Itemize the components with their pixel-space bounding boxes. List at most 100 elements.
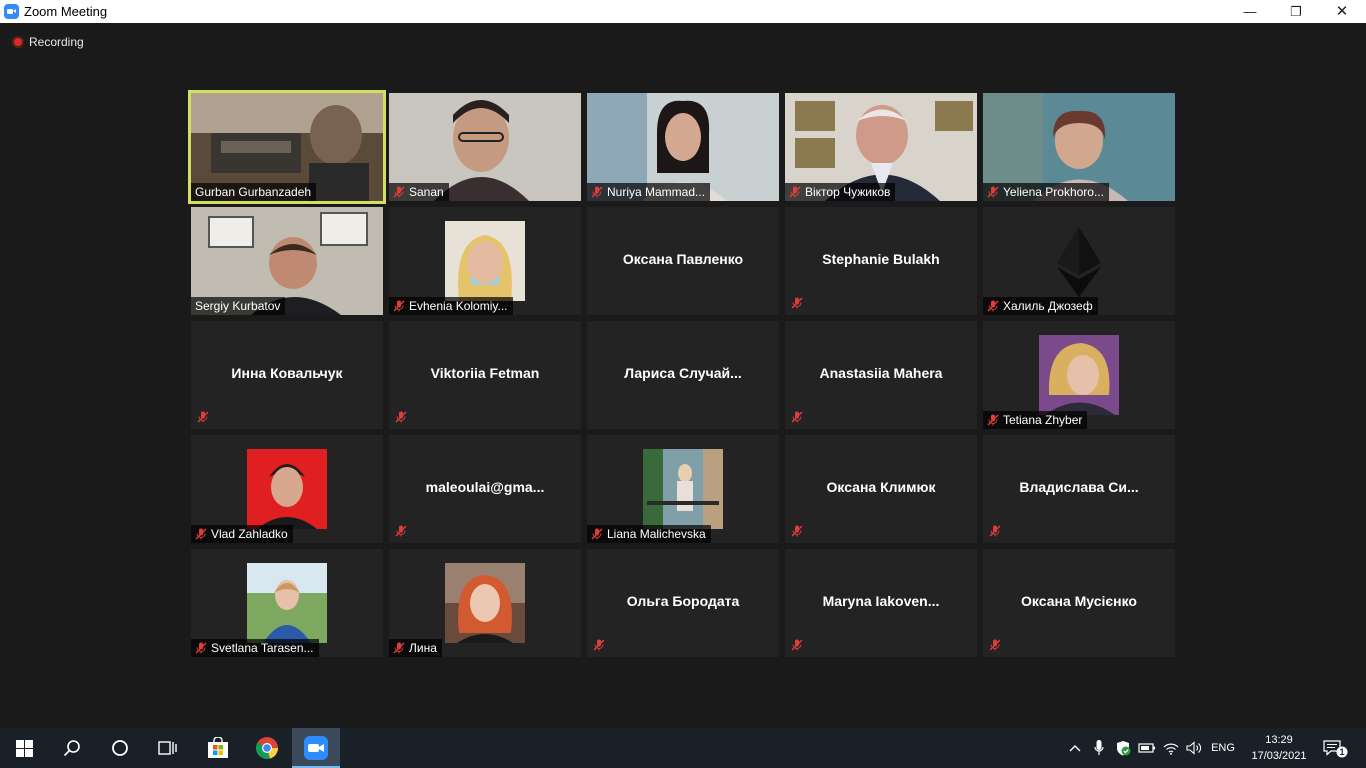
muted-mic-icon bbox=[393, 186, 405, 198]
muted-mic-icon bbox=[791, 411, 803, 423]
muted-mic-icon bbox=[791, 525, 803, 537]
participant-tile[interactable]: Владислава Си... bbox=[983, 435, 1175, 543]
notification-icon: 1 bbox=[1323, 740, 1348, 758]
participant-tile[interactable]: Халиль Джозеф bbox=[983, 207, 1175, 315]
action-center-button[interactable]: 1 bbox=[1318, 728, 1352, 768]
microphone-icon bbox=[1094, 740, 1104, 755]
muted-mic-indicator bbox=[791, 522, 803, 540]
muted-mic-icon bbox=[987, 186, 999, 198]
muted-mic-indicator bbox=[989, 636, 1001, 654]
participant-tile[interactable]: Оксана Павленко bbox=[587, 207, 779, 315]
participant-name: Yeliena Prokhoro... bbox=[1003, 185, 1104, 199]
muted-mic-icon bbox=[393, 300, 405, 312]
minimize-button[interactable]: — bbox=[1227, 0, 1273, 23]
restore-button[interactable]: ❐ bbox=[1273, 0, 1319, 23]
participant-tile[interactable]: Sergiy Kurbatov bbox=[191, 207, 383, 315]
participant-tile[interactable]: Tetiana Zhyber bbox=[983, 321, 1175, 429]
participant-name-label: Evhenia Kolomiy... bbox=[389, 297, 513, 315]
muted-mic-icon bbox=[791, 297, 803, 309]
participant-tile[interactable]: Sanan bbox=[389, 93, 581, 201]
participant-name: Nuriya Mammad... bbox=[607, 185, 706, 199]
microsoft-store-button[interactable] bbox=[194, 728, 242, 768]
defender-tray-button[interactable] bbox=[1114, 728, 1132, 768]
muted-mic-icon bbox=[593, 639, 605, 651]
participant-name-center: Оксана Климюк bbox=[826, 479, 936, 495]
participant-tile[interactable]: Gurban Gurbanzadeh bbox=[191, 93, 383, 201]
windows-logo-icon bbox=[15, 739, 33, 757]
participant-tile[interactable]: Оксана Мусієнко bbox=[983, 549, 1175, 657]
chrome-icon bbox=[256, 737, 278, 759]
participant-name-label: Liana Malichevska bbox=[587, 525, 711, 543]
participant-name-label: Svetlana Tarasen... bbox=[191, 639, 319, 657]
participant-tile[interactable]: Инна Ковальчук bbox=[191, 321, 383, 429]
muted-mic-icon bbox=[395, 411, 407, 423]
close-button[interactable]: ✕ bbox=[1319, 0, 1365, 23]
start-button[interactable] bbox=[0, 728, 48, 768]
speaker-icon bbox=[1186, 741, 1201, 755]
participant-tile[interactable]: Віктор Чужиков bbox=[785, 93, 977, 201]
cortana-circle-icon bbox=[112, 740, 128, 756]
battery-tray-button[interactable] bbox=[1138, 728, 1156, 768]
muted-mic-icon bbox=[987, 414, 999, 426]
participant-tile[interactable]: Yeliena Prokhoro... bbox=[983, 93, 1175, 201]
muted-mic-icon bbox=[789, 186, 801, 198]
show-hidden-icons-button[interactable] bbox=[1066, 728, 1084, 768]
participant-name: Халиль Джозеф bbox=[1003, 299, 1093, 313]
battery-charging-icon bbox=[1138, 743, 1155, 753]
participant-tile[interactable]: maleoulai@gma... bbox=[389, 435, 581, 543]
participant-tile[interactable]: Evhenia Kolomiy... bbox=[389, 207, 581, 315]
profile-photo bbox=[1039, 335, 1119, 415]
participant-tile[interactable]: Nuriya Mammad... bbox=[587, 93, 779, 201]
participant-name-center: Anastasiia Mahera bbox=[819, 365, 943, 381]
muted-mic-icon bbox=[197, 411, 209, 423]
svg-text:1: 1 bbox=[1339, 747, 1344, 757]
participant-tile[interactable]: Viktoriia Fetman bbox=[389, 321, 581, 429]
muted-mic-indicator bbox=[395, 522, 407, 540]
participant-tile[interactable]: Ольга Бородата bbox=[587, 549, 779, 657]
microphone-tray-button[interactable] bbox=[1090, 728, 1108, 768]
participant-tile[interactable]: Лина bbox=[389, 549, 581, 657]
muted-mic-icon bbox=[195, 642, 207, 654]
participant-name: Лина bbox=[409, 641, 437, 655]
participant-tile[interactable]: Svetlana Tarasen... bbox=[191, 549, 383, 657]
muted-mic-indicator bbox=[593, 636, 605, 654]
volume-tray-button[interactable] bbox=[1185, 728, 1203, 768]
participant-tile[interactable]: Vlad Zahladko bbox=[191, 435, 383, 543]
muted-mic-indicator bbox=[197, 408, 209, 426]
participant-tile[interactable]: Liana Malichevska bbox=[587, 435, 779, 543]
wifi-icon bbox=[1163, 743, 1179, 755]
recording-dot-icon bbox=[12, 36, 24, 48]
task-view-button[interactable] bbox=[144, 728, 192, 768]
participant-name-center: Viktoriia Fetman bbox=[430, 365, 540, 381]
participant-tile[interactable]: Stephanie Bulakh bbox=[785, 207, 977, 315]
muted-mic-icon bbox=[395, 525, 407, 537]
wifi-tray-button[interactable] bbox=[1162, 728, 1180, 768]
search-button[interactable] bbox=[48, 728, 96, 768]
zoom-taskbar-button[interactable] bbox=[292, 728, 340, 768]
participant-name-center: Владислава Си... bbox=[1019, 479, 1139, 495]
participant-name-center: Stephanie Bulakh bbox=[822, 251, 940, 267]
muted-mic-icon bbox=[989, 525, 1001, 537]
participant-tile[interactable]: Оксана Климюк bbox=[785, 435, 977, 543]
zoom-icon bbox=[304, 736, 328, 760]
input-language-indicator[interactable]: ENG bbox=[1208, 728, 1238, 768]
participant-name: Svetlana Tarasen... bbox=[211, 641, 314, 655]
participant-name-label: Халиль Джозеф bbox=[983, 297, 1098, 315]
participant-name-label: Yeliena Prokhoro... bbox=[983, 183, 1109, 201]
store-bag-icon bbox=[208, 737, 228, 758]
profile-photo bbox=[643, 449, 723, 529]
taskbar-clock[interactable]: 13:29 17/03/2021 bbox=[1250, 732, 1308, 764]
chrome-button[interactable] bbox=[243, 728, 291, 768]
recording-label: Recording bbox=[29, 35, 84, 49]
participant-tile[interactable]: Лариса Случай... bbox=[587, 321, 779, 429]
muted-mic-indicator bbox=[791, 636, 803, 654]
cortana-button[interactable] bbox=[96, 728, 144, 768]
recording-indicator[interactable]: Recording bbox=[12, 35, 84, 49]
muted-mic-indicator bbox=[791, 294, 803, 312]
muted-mic-indicator bbox=[395, 408, 407, 426]
participant-tile[interactable]: Maryna Iakoven... bbox=[785, 549, 977, 657]
participant-tile[interactable]: Anastasiia Mahera bbox=[785, 321, 977, 429]
participant-name-label: Gurban Gurbanzadeh bbox=[191, 183, 317, 201]
profile-photo bbox=[445, 563, 525, 643]
chevron-up-icon bbox=[1069, 745, 1081, 752]
